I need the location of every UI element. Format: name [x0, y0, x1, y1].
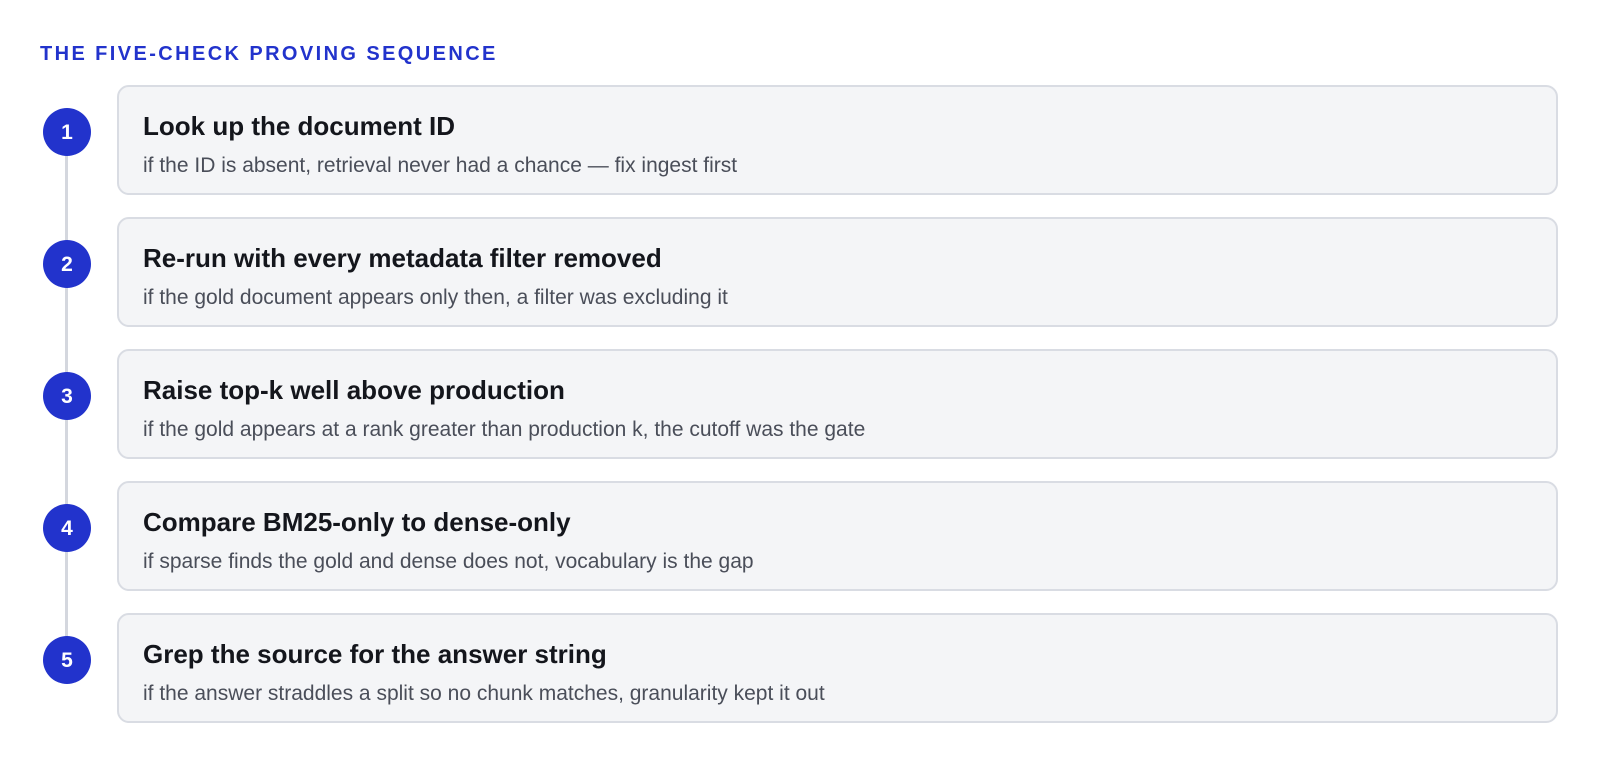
- step-connector: [65, 287, 68, 373]
- step-connector: [65, 551, 68, 637]
- step-title: Raise top-k well above production: [143, 375, 565, 405]
- step-connector: [65, 155, 68, 241]
- step-card: Compare BM25-only to dense-only if spars…: [117, 481, 1558, 591]
- step-card: Re-run with every metadata filter remove…: [117, 217, 1558, 327]
- steps-list: 1 Look up the document ID if the ID is a…: [0, 0, 1600, 778]
- step-title: Grep the source for the answer string: [143, 639, 607, 669]
- step-description: if the ID is absent, retrieval never had…: [143, 154, 738, 177]
- step-number-badge: 5: [43, 636, 91, 684]
- step-title: Re-run with every metadata filter remove…: [143, 243, 662, 273]
- step-card: Look up the document ID if the ID is abs…: [117, 85, 1558, 195]
- step-number-badge: 1: [43, 108, 91, 156]
- step-card: Raise top-k well above production if the…: [117, 349, 1558, 459]
- step-connector: [65, 419, 68, 505]
- step-description: if the gold appears at a rank greater th…: [143, 418, 866, 441]
- step-title: Look up the document ID: [143, 111, 455, 141]
- step-number-badge: 4: [43, 504, 91, 552]
- step-number-badge: 3: [43, 372, 91, 420]
- step-card: Grep the source for the answer string if…: [117, 613, 1558, 723]
- step-number-badge: 2: [43, 240, 91, 288]
- step-description: if the answer straddles a split so no ch…: [143, 682, 825, 705]
- step-title: Compare BM25-only to dense-only: [143, 507, 571, 537]
- step-description: if sparse finds the gold and dense does …: [143, 550, 754, 573]
- step-description: if the gold document appears only then, …: [143, 286, 728, 309]
